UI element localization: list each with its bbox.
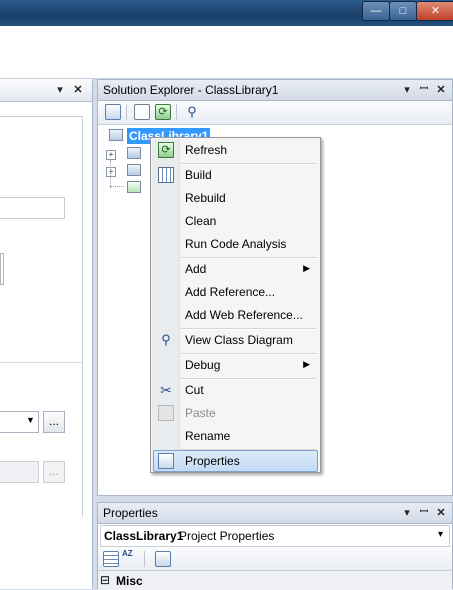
menu-item-label: Add Web Reference... — [185, 308, 303, 322]
menu-item-cut[interactable]: ✂ Cut — [153, 379, 318, 401]
solution-explorer-dropdown-icon[interactable]: ▾ — [401, 84, 413, 96]
menu-item-label: Cut — [185, 383, 204, 397]
left-tool-panel: ▾ ✕ ▼ ... ... — [0, 79, 93, 589]
class-diagram-icon: ⚲ — [161, 332, 171, 347]
submenu-arrow-icon: ▶ — [303, 359, 310, 369]
solution-explorer-header: Solution Explorer - ClassLibrary1 ▾ ꟷ ✕ — [98, 80, 452, 101]
menu-item-properties[interactable]: Properties — [153, 450, 318, 472]
properties-header: Properties ▾ ꟷ ✕ — [98, 503, 452, 524]
menu-item-paste: Paste — [153, 402, 318, 424]
minimize-button[interactable]: — — [362, 1, 390, 21]
tree-line — [110, 186, 124, 188]
menu-item-refresh[interactable]: ⟳ Refresh — [153, 139, 318, 161]
build-icon — [158, 167, 174, 183]
object-type: Project Properties — [179, 529, 275, 543]
solution-explorer-toolbar: ⟳ ⚲ — [98, 101, 452, 125]
properties-icon — [158, 453, 174, 469]
left-panel-header: ▾ ✕ — [0, 79, 92, 102]
pin-icon[interactable]: ꟷ — [418, 506, 430, 518]
refresh-icon[interactable]: ⟳ — [155, 104, 171, 120]
toolbar-separator — [126, 104, 127, 120]
left-panel-dropdown-icon[interactable]: ▾ — [54, 84, 66, 96]
object-name: ClassLibrary1 — [104, 529, 184, 543]
menu-item-rebuild[interactable]: Rebuild — [153, 187, 318, 209]
menu-item-add[interactable]: Add ▶ — [153, 258, 318, 280]
alphabetical-icon[interactable]: AZ — [122, 550, 138, 566]
menu-item-label: Clean — [185, 214, 217, 228]
menu-item-add-reference[interactable]: Add Reference... — [153, 281, 318, 303]
paste-icon — [158, 405, 174, 421]
properties-dropdown-icon[interactable]: ▾ — [401, 507, 413, 519]
properties-toolbar: AZ — [98, 548, 452, 571]
menu-item-build[interactable]: Build — [153, 164, 318, 186]
menu-item-label: Refresh — [185, 143, 228, 157]
submenu-arrow-icon: ▶ — [303, 263, 310, 273]
properties-close-icon[interactable]: ✕ — [435, 507, 447, 519]
category-misc-row[interactable]: ⊟ Misc — [98, 571, 452, 590]
toolbar-separator — [144, 551, 145, 567]
left-panel-content — [0, 116, 83, 517]
menu-item-rename[interactable]: Rename — [153, 425, 318, 447]
menu-item-add-web-reference[interactable]: Add Web Reference... — [153, 304, 318, 326]
class-file-icon — [127, 181, 141, 193]
main-toolbar-area — [0, 26, 453, 79]
menu-item-debug[interactable]: Debug ▶ — [153, 354, 318, 376]
menu-item-label: Debug — [185, 358, 221, 372]
menu-item-label: Properties — [185, 454, 240, 468]
left-edge-control[interactable] — [0, 253, 4, 285]
properties-title: Properties — [103, 506, 158, 520]
solution-explorer-title: Solution Explorer - ClassLibrary1 — [103, 83, 279, 97]
left-dropdown[interactable]: ▼ — [0, 411, 39, 433]
properties-folder-icon — [127, 147, 141, 159]
menu-item-label: Rebuild — [185, 191, 226, 205]
pin-icon[interactable]: ꟷ — [418, 83, 430, 95]
menu-item-label: Add Reference... — [185, 285, 276, 299]
collapse-icon[interactable]: ⊟ — [100, 573, 110, 587]
left-browse-button-disabled: ... — [43, 461, 65, 483]
context-menu: ⟳ Refresh Build Rebuild Clean Run Code A… — [150, 137, 321, 473]
object-selector-dropdown[interactable]: ClassLibrary1 Project Properties ▾ — [100, 525, 450, 547]
solution-explorer-close-icon[interactable]: ✕ — [435, 84, 447, 96]
category-label: Misc — [116, 574, 143, 588]
menu-item-label: Add — [185, 262, 207, 276]
menu-item-label: Run Code Analysis — [185, 237, 287, 251]
menu-item-label: Paste — [185, 406, 216, 420]
class-diagram-icon[interactable]: ⚲ — [184, 104, 200, 120]
show-all-files-icon[interactable] — [134, 104, 150, 120]
maximize-button[interactable]: □ — [389, 1, 417, 21]
project-icon — [109, 129, 123, 141]
close-window-button[interactable]: ✕ — [416, 1, 453, 21]
menu-item-label: Build — [185, 168, 212, 182]
properties-icon[interactable] — [105, 104, 121, 120]
categorized-icon[interactable] — [103, 551, 119, 567]
menu-item-run-code-analysis[interactable]: Run Code Analysis — [153, 233, 318, 255]
refresh-icon: ⟳ — [158, 142, 174, 158]
expand-icon[interactable]: + — [106, 150, 116, 160]
window-titlebar: — □ ✕ — [0, 0, 453, 26]
left-disabled-field — [0, 461, 39, 483]
chevron-down-icon: ▾ — [438, 529, 444, 540]
cut-icon: ✂ — [160, 382, 172, 398]
left-text-field[interactable] — [0, 197, 65, 219]
menu-item-label: Rename — [185, 429, 231, 443]
menu-item-view-class-diagram[interactable]: ⚲ View Class Diagram — [153, 329, 318, 351]
toolbar-separator — [176, 104, 177, 120]
references-icon — [127, 164, 141, 176]
menu-item-clean[interactable]: Clean — [153, 210, 318, 232]
left-browse-button[interactable]: ... — [43, 411, 65, 433]
tree-line — [110, 160, 112, 188]
menu-item-label: View Class Diagram — [185, 333, 293, 347]
property-pages-icon[interactable] — [155, 551, 171, 567]
chevron-down-icon: ▼ — [26, 415, 35, 425]
left-divider — [0, 362, 82, 363]
properties-panel: Properties ▾ ꟷ ✕ ClassLibrary1 Project P… — [97, 502, 453, 590]
left-panel-close-icon[interactable]: ✕ — [72, 84, 84, 96]
